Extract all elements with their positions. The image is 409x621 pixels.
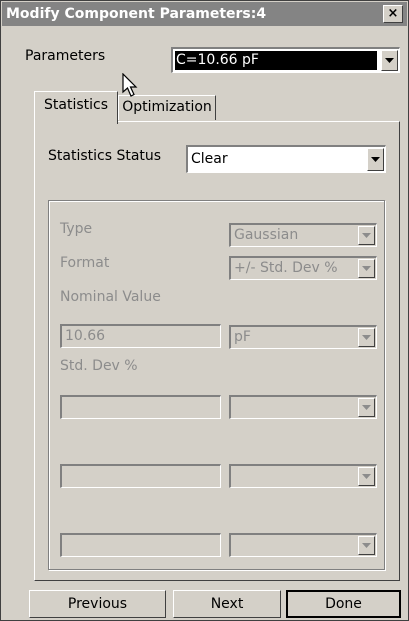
nominal-value-text: 10.66	[65, 328, 106, 344]
type-label: Type	[60, 221, 93, 237]
dialog-window: Modify Component Parameters:4 × Paramete…	[0, 0, 409, 621]
parameters-value: C=10.66 pF	[176, 52, 259, 68]
format-dropdown[interactable]: +/- Std. Dev %	[229, 256, 377, 280]
tab-statistics-label: Statistics	[44, 97, 108, 113]
parameters-label: Parameters	[25, 48, 106, 64]
statistics-status-label: Statistics Status	[48, 148, 162, 164]
std-dev-label: Std. Dev %	[60, 358, 138, 374]
chevron-down-icon[interactable]	[358, 328, 375, 347]
format-value: +/- Std. Dev %	[234, 260, 338, 276]
std-dev-dropdown-1[interactable]	[229, 395, 377, 419]
mouse-cursor-icon	[122, 73, 138, 97]
chevron-down-icon[interactable]	[358, 226, 375, 245]
chevron-down-icon[interactable]	[367, 148, 384, 171]
type-value: Gaussian	[234, 227, 299, 243]
nominal-unit-dropdown[interactable]: pF	[229, 325, 377, 349]
chevron-down-icon[interactable]	[358, 467, 375, 486]
std-dev-field-3[interactable]	[60, 533, 221, 557]
nominal-unit-value: pF	[234, 329, 251, 345]
title-bar[interactable]: Modify Component Parameters:4 ×	[2, 2, 407, 26]
next-button[interactable]: Next	[173, 590, 281, 618]
parameters-dropdown[interactable]: C=10.66 pF	[171, 47, 400, 73]
statistics-status-value: Clear	[191, 151, 228, 167]
chevron-down-icon[interactable]	[381, 50, 398, 71]
std-dev-field-1[interactable]	[60, 395, 221, 419]
statistics-status-dropdown[interactable]: Clear	[186, 145, 386, 173]
tab-optimization-label: Optimization	[122, 99, 212, 115]
window-title: Modify Component Parameters:4	[6, 6, 267, 22]
type-dropdown[interactable]: Gaussian	[229, 223, 377, 247]
format-label: Format	[60, 255, 110, 271]
chevron-down-icon[interactable]	[358, 536, 375, 555]
std-dev-dropdown-2[interactable]	[229, 464, 377, 488]
done-button[interactable]: Done	[286, 590, 401, 618]
std-dev-field-2[interactable]	[60, 464, 221, 488]
previous-button[interactable]: Previous	[29, 590, 166, 618]
chevron-down-icon[interactable]	[358, 398, 375, 417]
tab-statistics[interactable]: Statistics	[34, 91, 118, 124]
std-dev-dropdown-3[interactable]	[229, 533, 377, 557]
nominal-value-field[interactable]: 10.66	[60, 324, 221, 348]
chevron-down-icon[interactable]	[358, 259, 375, 278]
close-button[interactable]: ×	[383, 5, 403, 23]
nominal-value-label: Nominal Value	[60, 289, 161, 305]
